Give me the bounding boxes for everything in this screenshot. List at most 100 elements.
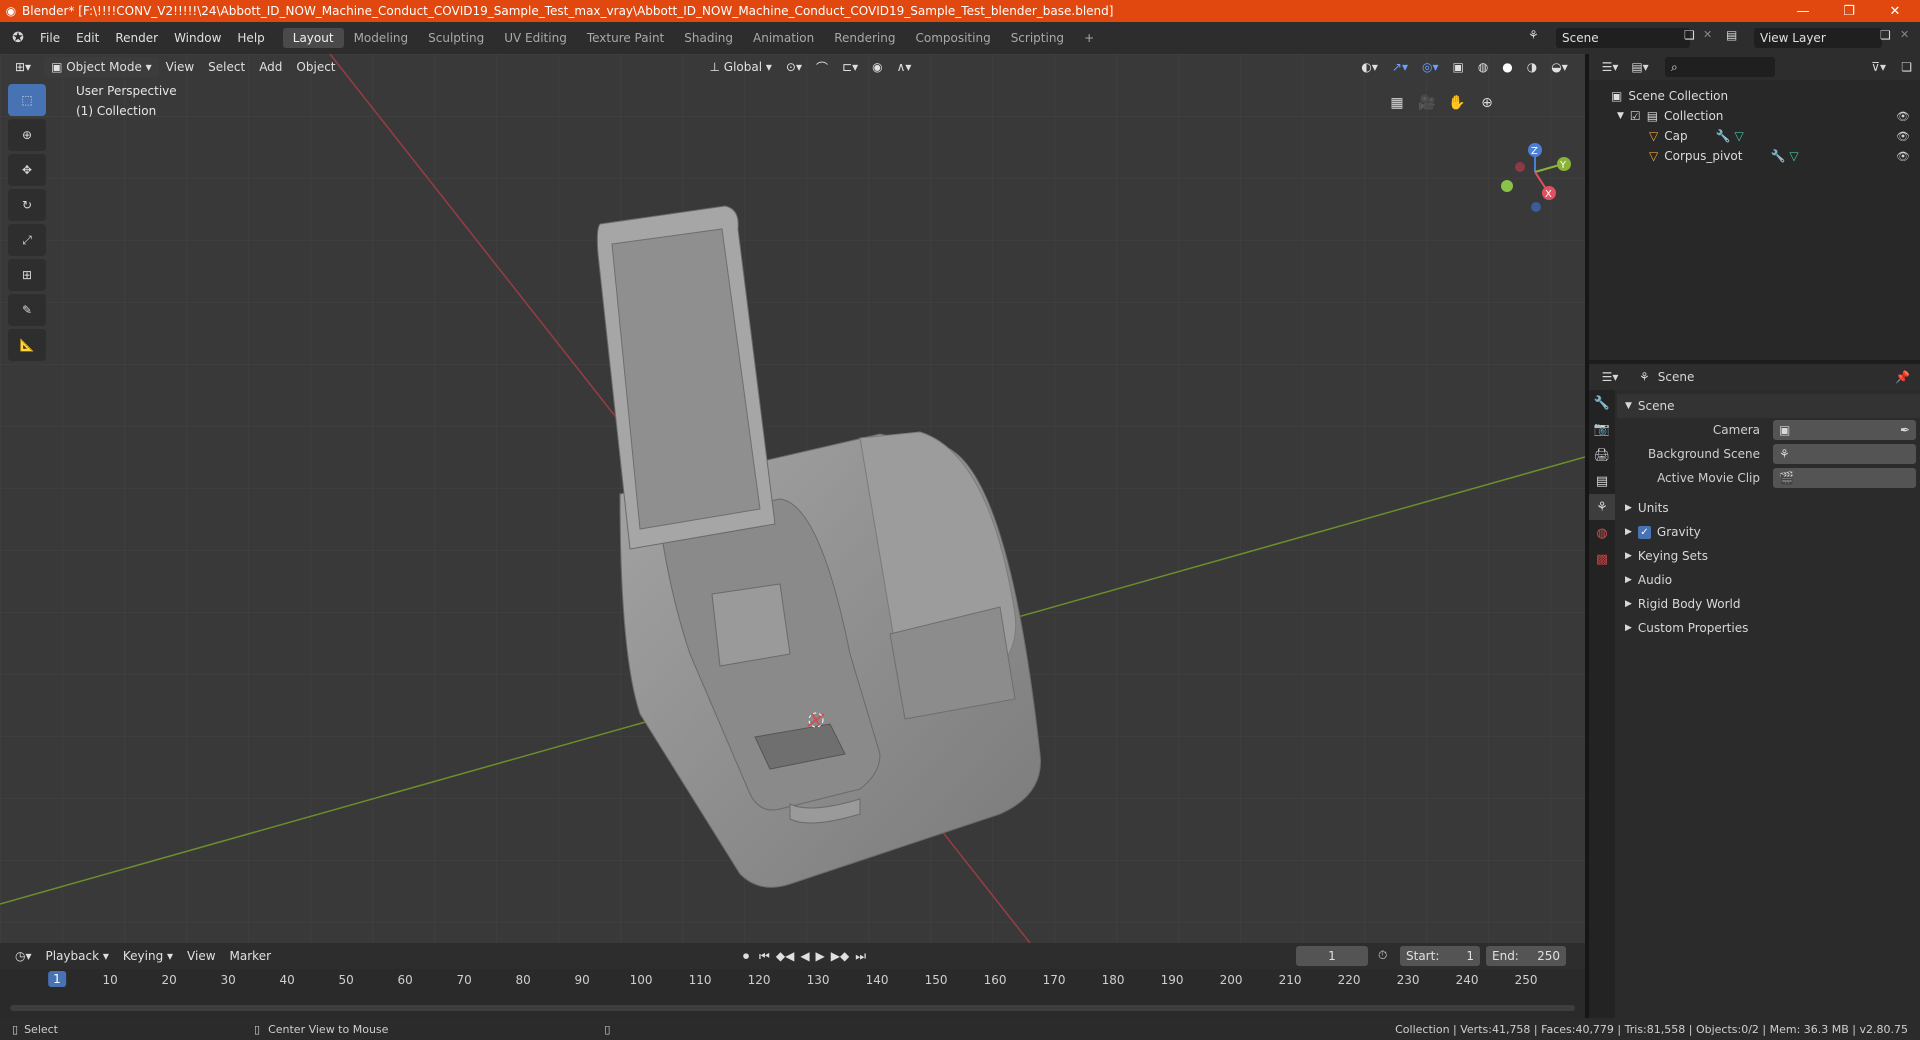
overlay-toggle-icon[interactable]: ◎▾ — [1415, 57, 1446, 77]
jump-end-icon[interactable]: ⏭ — [852, 946, 869, 966]
background-scene-field[interactable]: ⚘ — [1773, 444, 1916, 464]
jump-start-icon[interactable]: ⏮ — [756, 946, 773, 966]
menu-edit[interactable]: Edit — [68, 31, 107, 45]
keying-sets-panel-header[interactable]: ▶ Keying Sets — [1617, 544, 1920, 568]
new-scene-icon[interactable]: ❏ — [1684, 28, 1695, 42]
tab-sculpting[interactable]: Sculpting — [418, 28, 494, 48]
record-icon[interactable]: ⏺ — [736, 946, 756, 966]
remove-scene-icon[interactable]: ✕ — [1703, 28, 1712, 41]
remove-view-layer-icon[interactable]: ✕ — [1900, 28, 1909, 41]
expand-arrow-icon[interactable]: ▼ — [1617, 111, 1624, 121]
gravity-panel-header[interactable]: ▶ ✓ Gravity — [1617, 520, 1920, 544]
tab-layout[interactable]: Layout — [282, 28, 344, 48]
zoom-icon[interactable]: ⊕ — [1474, 90, 1500, 116]
play-icon[interactable]: ▶ — [813, 946, 828, 966]
rotate-tool-icon[interactable]: ↻ — [8, 189, 46, 221]
cursor-tool-icon[interactable]: ⊕ — [8, 119, 46, 151]
snap-target-icon[interactable]: ⊏▾ — [835, 57, 865, 77]
timeline-menu-playback[interactable]: Playback ▾ — [39, 946, 116, 966]
3d-viewport[interactable]: Z Y X — [0, 54, 1585, 943]
timeline-menu-view[interactable]: View — [180, 946, 222, 966]
play-reverse-icon[interactable]: ◀ — [797, 946, 812, 966]
pivot-point-icon[interactable]: ⊙▾ — [779, 57, 809, 77]
view-layer-tab-icon[interactable]: ▤ — [1589, 468, 1615, 494]
wireframe-shading-icon[interactable]: ◍ — [1471, 57, 1495, 77]
tool-tab-icon[interactable]: 🔧 — [1589, 390, 1615, 416]
menu-file[interactable]: File — [32, 31, 68, 45]
gravity-checkbox[interactable]: ✓ — [1637, 525, 1651, 539]
eye-icon[interactable]: 👁 — [1896, 130, 1910, 143]
outliner-row-cap[interactable]: ▽ Cap 🔧 ▽ 👁 — [1589, 126, 1920, 146]
timeline-menu-keying[interactable]: Keying ▾ — [116, 946, 180, 966]
material-shading-icon[interactable]: ◑ — [1520, 57, 1544, 77]
camera-field[interactable]: ▣ ✒ — [1773, 420, 1916, 440]
menu-help[interactable]: Help — [229, 31, 272, 45]
frame-cursor[interactable]: 1 — [48, 971, 66, 987]
next-keyframe-icon[interactable]: ▶◆ — [828, 946, 852, 966]
solid-shading-icon[interactable]: ● — [1495, 57, 1519, 77]
filter-icon[interactable]: ⊽▾ — [1871, 60, 1886, 74]
menu-render[interactable]: Render — [107, 31, 166, 45]
frame-ruler[interactable]: 1 10 20 30 40 50 60 70 80 90 100 110 120 130 140 150 16… — [0, 969, 1585, 993]
viewport-menu-add[interactable]: Add — [252, 57, 289, 77]
pin-icon[interactable]: 📌 — [1895, 370, 1910, 384]
blender-menu-icon[interactable]: ✪ — [4, 30, 32, 46]
outliner-editor-icon[interactable]: ☰▾ — [1595, 60, 1625, 74]
tab-modeling[interactable]: Modeling — [344, 28, 419, 48]
end-frame-field[interactable]: End: 250 — [1486, 946, 1566, 966]
rigid-body-world-panel-header[interactable]: ▶ Rigid Body World — [1617, 592, 1920, 616]
editor-type-icon[interactable]: ⊞▾ — [8, 57, 38, 77]
outliner-row-collection[interactable]: ▼ ☑ ▤ Collection 👁 — [1589, 106, 1920, 126]
tab-uv-editing[interactable]: UV Editing — [494, 28, 577, 48]
annotate-tool-icon[interactable]: ✎ — [8, 294, 46, 326]
minimize-button[interactable]: — — [1780, 0, 1826, 22]
select-box-tool-icon[interactable]: ⬚ — [8, 84, 46, 116]
gizmo-toggle-icon[interactable]: ↗▾ — [1385, 57, 1415, 77]
view-layer-selector[interactable]: View Layer — [1754, 28, 1882, 48]
close-button[interactable]: ✕ — [1872, 0, 1918, 22]
display-mode-icon[interactable]: ▤▾ — [1625, 60, 1655, 74]
falloff-icon[interactable]: ∧▾ — [890, 57, 919, 77]
menu-window[interactable]: Window — [166, 31, 229, 45]
mode-selector[interactable]: ▣ Object Mode ▾ — [44, 57, 159, 77]
eyedropper-icon[interactable]: ✒ — [1900, 423, 1910, 437]
scale-tool-icon[interactable]: ⤢ — [8, 224, 46, 256]
current-frame-field[interactable]: 1 — [1296, 946, 1368, 966]
measure-tool-icon[interactable]: 📐 — [8, 329, 46, 361]
properties-editor-icon[interactable]: ☰▾ — [1595, 370, 1625, 384]
pan-hand-icon[interactable]: ✋ — [1444, 90, 1470, 116]
eye-icon[interactable]: 👁 — [1896, 150, 1910, 163]
transform-tool-icon[interactable]: ⊞ — [8, 259, 46, 291]
viewport-menu-view[interactable]: View — [159, 57, 201, 77]
active-movie-clip-field[interactable]: 🎬 — [1773, 468, 1916, 488]
timeline-menu-marker[interactable]: Marker — [223, 946, 278, 966]
move-tool-icon[interactable]: ✥ — [8, 154, 46, 186]
new-view-layer-icon[interactable]: ❏ — [1880, 28, 1891, 42]
grid-view-icon[interactable]: ▦ — [1384, 90, 1410, 116]
tab-texture-paint[interactable]: Texture Paint — [577, 28, 674, 48]
scene-panel-header[interactable]: ▼ Scene — [1617, 394, 1920, 418]
rendered-shading-icon[interactable]: ◒▾ — [1544, 57, 1575, 77]
output-tab-icon[interactable]: 🖨 — [1589, 442, 1615, 468]
proportional-edit-icon[interactable]: ◉ — [865, 57, 889, 77]
xray-icon[interactable]: ▣ — [1445, 57, 1470, 77]
scene-selector[interactable]: Scene — [1556, 28, 1690, 48]
outliner-search-input[interactable]: ⌕ — [1665, 57, 1775, 77]
add-workspace-button[interactable]: + — [1074, 28, 1104, 48]
tab-rendering[interactable]: Rendering — [824, 28, 905, 48]
modifier-icon[interactable]: 🔧 — [1716, 129, 1731, 143]
visibility-icon[interactable]: ◐▾ — [1354, 57, 1385, 77]
outliner-row-corpus-pivot[interactable]: ▽ Corpus_pivot 🔧 ▽ 👁 — [1589, 146, 1920, 166]
texture-tab-icon[interactable]: ▩ — [1589, 546, 1615, 572]
new-collection-icon[interactable]: ❏ — [1901, 60, 1912, 74]
outliner-row-scene-collection[interactable]: ▣ Scene Collection — [1589, 86, 1920, 106]
checkbox-icon[interactable]: ☑ — [1630, 109, 1641, 123]
camera-view-icon[interactable]: 🎥 — [1414, 90, 1440, 116]
prev-keyframe-icon[interactable]: ◆◀ — [773, 946, 797, 966]
viewport-menu-select[interactable]: Select — [201, 57, 252, 77]
mesh-data-icon[interactable]: ▽ — [1735, 129, 1744, 143]
world-tab-icon[interactable]: ◍ — [1589, 520, 1615, 546]
tab-scripting[interactable]: Scripting — [1001, 28, 1074, 48]
tab-compositing[interactable]: Compositing — [905, 28, 1000, 48]
transform-orientation[interactable]: ⊥ Global ▾ — [703, 57, 779, 77]
